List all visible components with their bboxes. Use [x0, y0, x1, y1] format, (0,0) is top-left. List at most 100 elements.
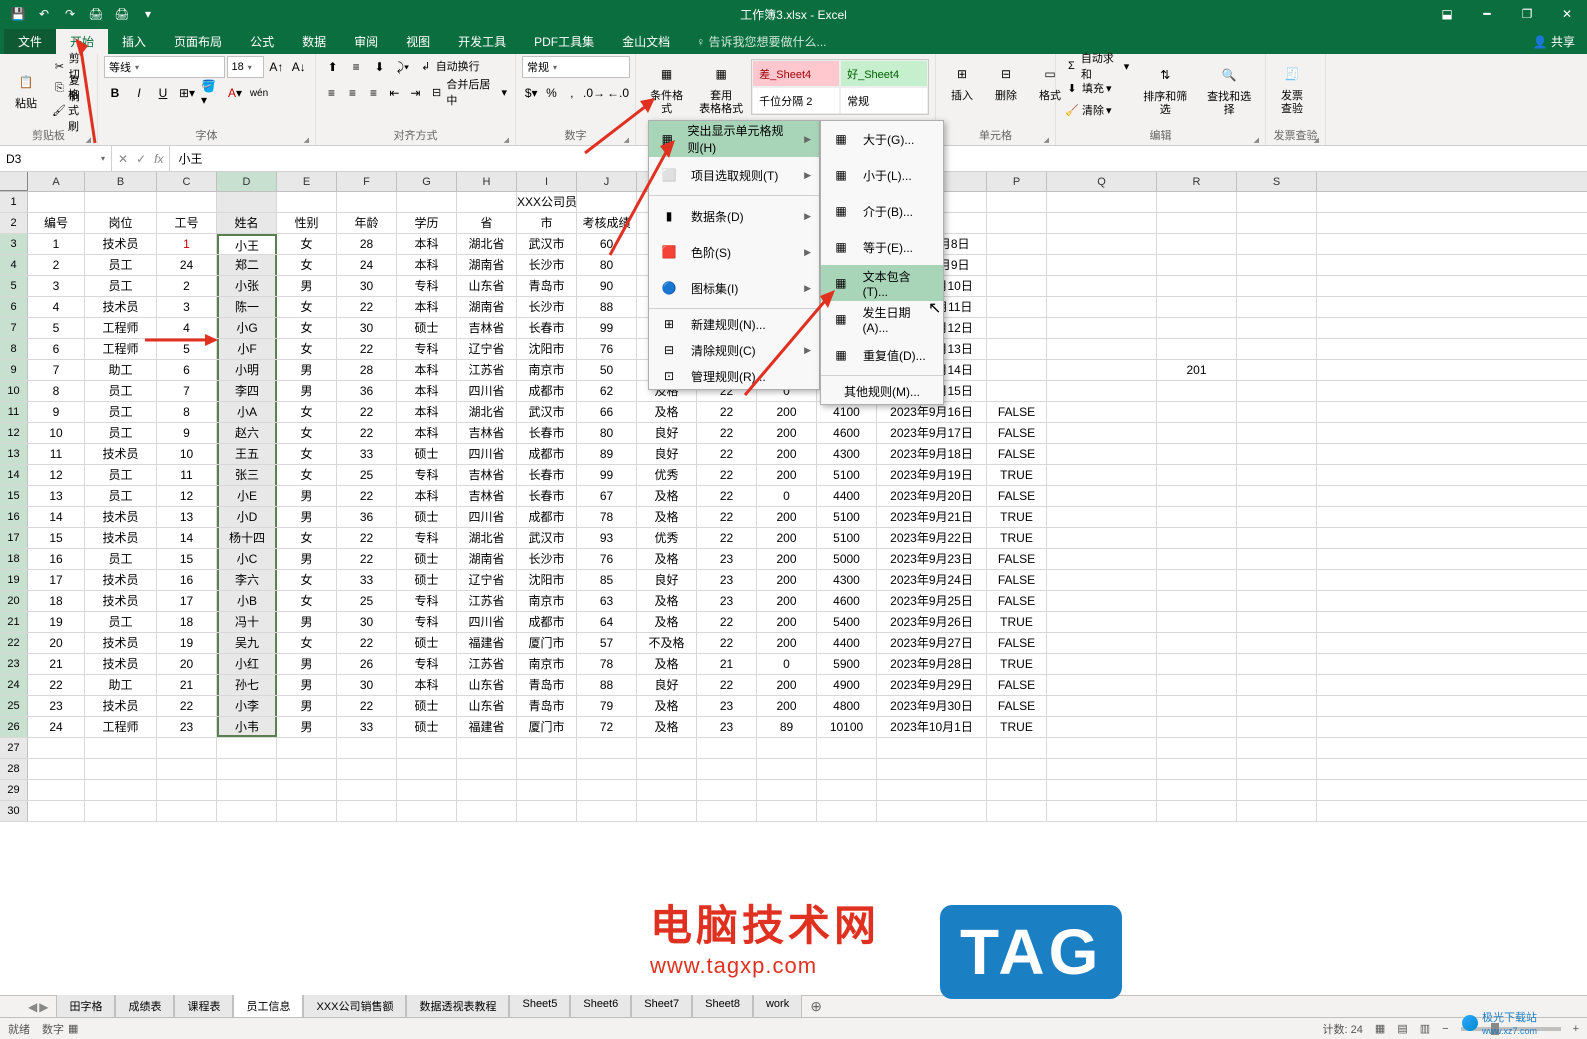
increase-font-icon[interactable]: A↑ [266, 56, 286, 78]
cell-30-F[interactable] [337, 801, 397, 821]
zoom-out-icon[interactable]: − [1442, 1023, 1448, 1035]
cell-9-C[interactable]: 6 [157, 360, 217, 380]
tab-wps[interactable]: 金山文档 [608, 29, 684, 54]
sheet-tab-6[interactable]: Sheet5 [509, 995, 570, 1019]
tab-pdf[interactable]: PDF工具集 [520, 29, 608, 54]
qat-print1[interactable]: 🖨 [84, 2, 108, 26]
cell-20-M[interactable]: 200 [757, 591, 817, 611]
cell-19-A[interactable]: 17 [28, 570, 85, 590]
cell-25-C[interactable]: 22 [157, 696, 217, 716]
cell-24-Q[interactable] [1047, 675, 1157, 695]
cell-5-E[interactable]: 男 [277, 276, 337, 296]
cell-23-G[interactable]: 专科 [397, 654, 457, 674]
col-header-B[interactable]: B [85, 172, 157, 191]
cell-24-G[interactable]: 本科 [397, 675, 457, 695]
cell-12-G[interactable]: 本科 [397, 423, 457, 443]
cell-8-S[interactable] [1237, 339, 1317, 359]
cell-14-E[interactable]: 女 [277, 465, 337, 485]
cell-17-A[interactable]: 15 [28, 528, 85, 548]
cell-27-I[interactable] [517, 738, 577, 758]
cell-28-B[interactable] [85, 759, 157, 779]
style-bad[interactable]: 差_Sheet4 [752, 60, 840, 87]
row-header-5[interactable]: 5 [0, 276, 28, 296]
find-select-button[interactable]: 🔍查找和选择 [1199, 57, 1259, 119]
cell-26-C[interactable]: 23 [157, 717, 217, 737]
cell-24-K[interactable]: 良好 [637, 675, 697, 695]
cell-26-G[interactable]: 硕士 [397, 717, 457, 737]
cell-26-E[interactable]: 男 [277, 717, 337, 737]
cell-16-R[interactable] [1157, 507, 1237, 527]
cell-2-S[interactable] [1237, 213, 1317, 233]
cell-17-N[interactable]: 5100 [817, 528, 877, 548]
cell-22-A[interactable]: 20 [28, 633, 85, 653]
cell-17-R[interactable] [1157, 528, 1237, 548]
phonetic-button[interactable]: wén [248, 82, 270, 104]
row-header-10[interactable]: 10 [0, 381, 28, 401]
cell-3-H[interactable]: 湖北省 [457, 234, 517, 254]
row-header-21[interactable]: 21 [0, 612, 28, 632]
cell-14-P[interactable]: TRUE [987, 465, 1047, 485]
cell-24-C[interactable]: 21 [157, 675, 217, 695]
cell-11-N[interactable]: 4100 [817, 402, 877, 422]
cell-9-F[interactable]: 28 [337, 360, 397, 380]
cell-18-B[interactable]: 员工 [85, 549, 157, 569]
fontcolor-button[interactable]: A▾ [224, 82, 246, 104]
format-as-table-button[interactable]: ▦套用 表格格式 [695, 56, 747, 118]
cell-30-O[interactable] [877, 801, 987, 821]
cell-12-Q[interactable] [1047, 423, 1157, 443]
cell-26-H[interactable]: 福建省 [457, 717, 517, 737]
row-header-12[interactable]: 12 [0, 423, 28, 443]
qat-save[interactable]: 💾 [6, 2, 30, 26]
cell-13-B[interactable]: 技术员 [85, 444, 157, 464]
cell-29-G[interactable] [397, 780, 457, 800]
cell-12-S[interactable] [1237, 423, 1317, 443]
cell-5-A[interactable]: 3 [28, 276, 85, 296]
cell-20-P[interactable]: FALSE [987, 591, 1047, 611]
cell-1-P[interactable] [987, 192, 1047, 212]
cell-11-J[interactable]: 66 [577, 402, 637, 422]
cell-6-A[interactable]: 4 [28, 297, 85, 317]
cell-20-R[interactable] [1157, 591, 1237, 611]
cell-25-I[interactable]: 青岛市 [517, 696, 577, 716]
cell-6-R[interactable] [1157, 297, 1237, 317]
tab-insert[interactable]: 插入 [108, 29, 160, 54]
cell-3-R[interactable] [1157, 234, 1237, 254]
cell-11-I[interactable]: 武汉市 [517, 402, 577, 422]
cell-27-O[interactable] [877, 738, 987, 758]
cell-20-S[interactable] [1237, 591, 1317, 611]
cell-7-S[interactable] [1237, 318, 1317, 338]
cell-11-B[interactable]: 员工 [85, 402, 157, 422]
border-button[interactable]: ⊞▾ [176, 82, 198, 104]
cell-29-N[interactable] [817, 780, 877, 800]
cell-12-M[interactable]: 200 [757, 423, 817, 443]
cell-26-R[interactable] [1157, 717, 1237, 737]
cell-28-F[interactable] [337, 759, 397, 779]
cell-30-J[interactable] [577, 801, 637, 821]
cell-25-G[interactable]: 硕士 [397, 696, 457, 716]
cell-10-A[interactable]: 8 [28, 381, 85, 401]
cell-20-J[interactable]: 63 [577, 591, 637, 611]
cell-16-P[interactable]: TRUE [987, 507, 1047, 527]
cell-15-B[interactable]: 员工 [85, 486, 157, 506]
cell-18-D[interactable]: 小C [217, 549, 277, 569]
cell-26-M[interactable]: 89 [757, 717, 817, 737]
cell-12-F[interactable]: 22 [337, 423, 397, 443]
cell-20-N[interactable]: 4600 [817, 591, 877, 611]
cell-26-K[interactable]: 及格 [637, 717, 697, 737]
cell-12-P[interactable]: FALSE [987, 423, 1047, 443]
cell-21-E[interactable]: 男 [277, 612, 337, 632]
cell-26-F[interactable]: 33 [337, 717, 397, 737]
cell-24-M[interactable]: 200 [757, 675, 817, 695]
cell-30-H[interactable] [457, 801, 517, 821]
cell-1-D[interactable] [217, 192, 277, 212]
sort-filter-button[interactable]: ⇅排序和筛选 [1135, 57, 1195, 119]
cell-18-R[interactable] [1157, 549, 1237, 569]
cell-20-Q[interactable] [1047, 591, 1157, 611]
cell-30-P[interactable] [987, 801, 1047, 821]
invoice-button[interactable]: 🧾发票 查验 [1272, 56, 1312, 118]
col-header-R[interactable]: R [1157, 172, 1237, 191]
cell-3-G[interactable]: 本科 [397, 234, 457, 254]
cell-29-B[interactable] [85, 780, 157, 800]
cell-3-C[interactable]: 1 [157, 234, 217, 254]
cell-20-F[interactable]: 25 [337, 591, 397, 611]
